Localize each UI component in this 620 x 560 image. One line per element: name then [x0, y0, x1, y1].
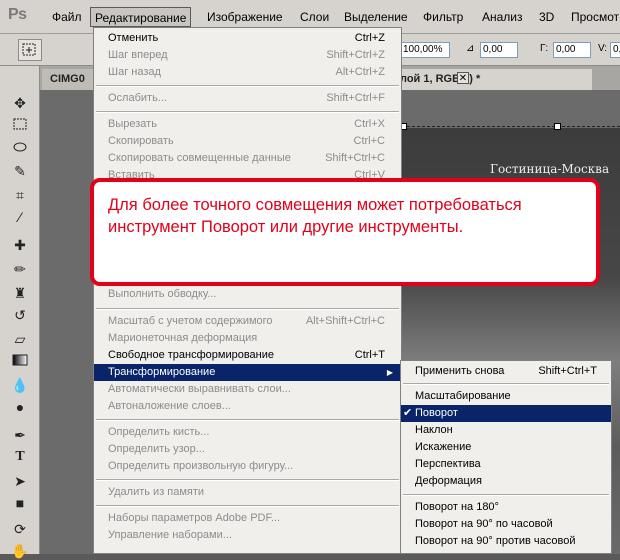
- healing-brush-icon[interactable]: ✚: [11, 236, 29, 254]
- menu-preset-manager[interactable]: Управление наборами...: [94, 527, 401, 544]
- 3d-rotate-icon[interactable]: ⟳: [11, 520, 29, 538]
- brush-tool-icon[interactable]: ✏: [11, 260, 29, 278]
- v-skew-label: V:: [598, 43, 608, 54]
- document-tab-2[interactable]: лой 1, RGB/8) *: [392, 69, 592, 90]
- submenu-skew[interactable]: Наклон: [401, 422, 611, 439]
- menu-cut[interactable]: Вырезать Ctrl+X: [94, 116, 401, 133]
- submenu-arrow-icon: ▶: [386, 368, 393, 377]
- submenu-separator: [403, 494, 609, 496]
- menu-separator: [96, 85, 399, 87]
- menu-define-brush[interactable]: Определить кисть...: [94, 424, 401, 441]
- menu-pdf-presets[interactable]: Наборы параметров Adobe PDF...: [94, 510, 401, 527]
- menu-file[interactable]: Файл: [48, 7, 86, 27]
- menu-auto-blend-layers[interactable]: Автоналожение слоев...: [94, 398, 401, 415]
- menu-separator: [96, 419, 399, 421]
- quick-selection-icon[interactable]: ✎: [11, 162, 29, 180]
- h-skew-label: Г:: [540, 43, 549, 54]
- lasso-tool-icon[interactable]: [11, 140, 29, 158]
- toolbox: ✥ ✎ ⌗ ⁄ ✚ ✏ ♜ ↺ ▱ 💧 ● ✒ T ➤ ■ ⟳ ✋: [0, 66, 40, 559]
- submenu-warp[interactable]: Деформация: [401, 473, 611, 490]
- menu-stroke[interactable]: Выполнить обводку...: [94, 286, 401, 303]
- eraser-icon[interactable]: ▱: [11, 330, 29, 348]
- pen-tool-icon[interactable]: ✒: [11, 426, 29, 444]
- zoom-percent-field[interactable]: 100,00%: [400, 42, 450, 58]
- blur-tool-icon[interactable]: 💧: [11, 376, 29, 394]
- menu-purge[interactable]: Удалить из памяти: [94, 484, 401, 501]
- edit-menu-dropdown: Отменить Ctrl+Z Шаг вперед Shift+Ctrl+Z Ша…: [93, 27, 402, 554]
- close-tab-icon[interactable]: ✕: [457, 72, 469, 84]
- menu-separator: [96, 479, 399, 481]
- path-selection-icon[interactable]: ➤: [11, 472, 29, 490]
- menu-layers[interactable]: Слои: [296, 7, 333, 27]
- gradient-tool-icon[interactable]: [11, 352, 29, 370]
- angle-icon: ⊿: [466, 43, 475, 54]
- rectangle-shape-icon[interactable]: ■: [11, 494, 29, 512]
- callout-text: Для более точного совмещения может потре…: [108, 196, 522, 236]
- menu-select[interactable]: Выделение: [340, 7, 412, 27]
- menu-step-forward[interactable]: Шаг вперед Shift+Ctrl+Z: [94, 47, 401, 64]
- menu-copy-merged[interactable]: Скопировать совмещенные данные Shift+Ctrl…: [94, 150, 401, 167]
- submenu-rotate-180[interactable]: Поворот на 180°: [401, 499, 611, 516]
- submenu-perspective[interactable]: Перспектива: [401, 456, 611, 473]
- menu-fade[interactable]: Ослабить... Shift+Ctrl+F: [94, 90, 401, 107]
- menu-free-transform[interactable]: Свободное трансформирование Ctrl+T: [94, 347, 401, 364]
- menu-filter[interactable]: Фильтр: [419, 7, 467, 27]
- type-tool-icon[interactable]: T: [11, 448, 29, 466]
- history-brush-icon[interactable]: ↺: [11, 306, 29, 324]
- menu-separator: [96, 308, 399, 310]
- photoshop-logo: Ps: [8, 6, 27, 23]
- submenu-distort[interactable]: Искажение: [401, 439, 611, 456]
- transform-bounding-box: [402, 126, 620, 127]
- h-skew-field[interactable]: 0,00: [553, 42, 591, 58]
- menu-image[interactable]: Изображение: [203, 7, 287, 27]
- menu-copy[interactable]: Скопировать Ctrl+C: [94, 133, 401, 150]
- menu-auto-align-layers[interactable]: Автоматически выравнивать слои...: [94, 381, 401, 398]
- menu-content-aware-scale[interactable]: Масштаб с учетом содержимого Alt+Shift+Ct…: [94, 313, 401, 330]
- dodge-tool-icon[interactable]: ●: [11, 398, 29, 416]
- v-skew-field[interactable]: 0,00: [610, 42, 620, 58]
- submenu-separator: [403, 383, 609, 385]
- menu-separator: [96, 111, 399, 113]
- eyedropper-icon[interactable]: ⁄: [11, 208, 29, 226]
- move-tool-icon[interactable]: ✥: [11, 94, 29, 112]
- menu-view[interactable]: Просмот: [567, 7, 620, 27]
- tool-preset-picker[interactable]: [18, 39, 42, 61]
- angle-field[interactable]: 0,00: [480, 42, 518, 58]
- menu-transform[interactable]: Трансформирование ▶: [94, 364, 401, 381]
- menu-define-pattern[interactable]: Определить узор...: [94, 441, 401, 458]
- submenu-rotate-90-cw[interactable]: Поворот на 90° по часовой: [401, 516, 611, 533]
- instruction-callout: Для более точного совмещения может потре…: [90, 178, 600, 286]
- menu-puppet-warp[interactable]: Марионеточная деформация: [94, 330, 401, 347]
- submenu-scale[interactable]: Масштабирование: [401, 388, 611, 405]
- menu-edit[interactable]: Редактирование: [90, 7, 192, 27]
- crop-tool-icon[interactable]: ⌗: [11, 186, 29, 204]
- menu-analysis[interactable]: Анализ: [478, 7, 527, 27]
- hand-tool-icon[interactable]: ✋: [11, 542, 29, 560]
- transform-handle-top[interactable]: [554, 123, 561, 130]
- menu-undo[interactable]: Отменить Ctrl+Z: [94, 30, 401, 47]
- rectangular-marquee-icon[interactable]: [11, 116, 29, 134]
- submenu-rotate[interactable]: ✔ Поворот: [401, 405, 611, 422]
- photo-sign-text: Гостиница-Москва: [490, 162, 610, 176]
- submenu-again[interactable]: Применить снова Shift+Ctrl+T: [401, 363, 611, 380]
- checkmark-icon: ✔: [403, 407, 413, 419]
- clone-stamp-icon[interactable]: ♜: [11, 284, 29, 302]
- menu-3d[interactable]: 3D: [535, 7, 558, 27]
- menu-define-custom-shape[interactable]: Определить произвольную фигуру...: [94, 458, 401, 475]
- menu-step-backward[interactable]: Шаг назад Alt+Ctrl+Z: [94, 64, 401, 81]
- marquee-move-icon: [22, 43, 36, 56]
- submenu-rotate-90-ccw[interactable]: Поворот на 90° против часовой: [401, 533, 611, 550]
- transform-submenu: Применить снова Shift+Ctrl+T Масштабирова…: [400, 360, 612, 554]
- menu-separator: [96, 505, 399, 507]
